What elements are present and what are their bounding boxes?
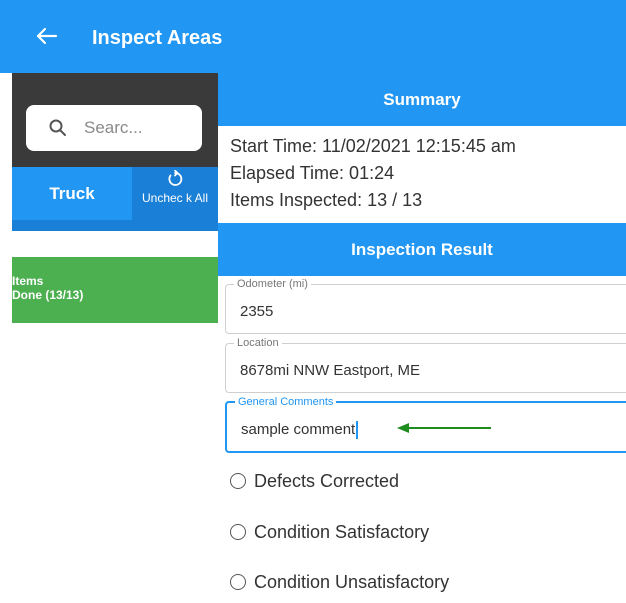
location-value: 8678mi NNW Eastport, ME	[240, 362, 421, 379]
items-category[interactable]: Items Done (13/13)	[12, 257, 218, 323]
summary-header: Summary	[218, 73, 626, 126]
app-bar: Inspect Areas	[0, 0, 626, 73]
main-panel: Summary Start Time: 11/02/2021 12:15:45 …	[218, 73, 626, 603]
radio-circle	[230, 524, 246, 540]
search-icon	[49, 119, 66, 136]
odometer-field[interactable]: Odometer (mi) 2355	[225, 277, 626, 334]
text-caret	[356, 421, 359, 439]
refresh-icon	[168, 170, 183, 186]
radio-circle	[230, 574, 246, 590]
filter-row: Truck Unchec k All	[12, 167, 218, 231]
inspection-result-header: Inspection Result	[218, 223, 626, 276]
back-arrow-icon[interactable]	[34, 26, 58, 46]
radio-label: Condition Satisfactory	[254, 522, 430, 542]
items-inspected: Items Inspected: 13 / 13	[230, 190, 423, 210]
items-title: Items	[12, 274, 44, 288]
comments-text: sample comment	[241, 421, 356, 438]
radio-label: Condition Unsatisfactory	[254, 572, 450, 592]
annotation-arrow-icon	[397, 423, 491, 433]
sidebar: Searc... Truck Unchec k All Items Done (…	[12, 73, 218, 603]
search-area: Searc...	[12, 73, 218, 167]
uncheck-all-button[interactable]: Unchec k All	[132, 167, 218, 231]
uncheck-all-label: Unchec k All	[141, 191, 209, 205]
elapsed-time: Elapsed Time: 01:24	[230, 163, 395, 183]
radio-circle	[230, 473, 246, 489]
start-time: Start Time: 11/02/2021 12:15:45 am	[230, 136, 516, 156]
general-comments-field[interactable]: General Comments sample comment	[225, 395, 626, 453]
search-placeholder: Searc...	[84, 118, 143, 137]
radio-label: Defects Corrected	[254, 471, 400, 491]
location-field[interactable]: Location 8678mi NNW Eastport, ME	[225, 336, 626, 393]
page-title: Inspect Areas	[92, 27, 223, 49]
tab-truck[interactable]: Truck	[12, 167, 132, 220]
items-count: Done (13/13)	[12, 288, 84, 302]
location-label: Location	[234, 336, 282, 350]
odometer-value: 2355	[240, 303, 274, 320]
comments-value: sample comment	[241, 421, 359, 439]
search-input[interactable]: Searc...	[26, 105, 202, 151]
odometer-label: Odometer (mi)	[234, 277, 311, 291]
comments-label: General Comments	[235, 395, 337, 409]
